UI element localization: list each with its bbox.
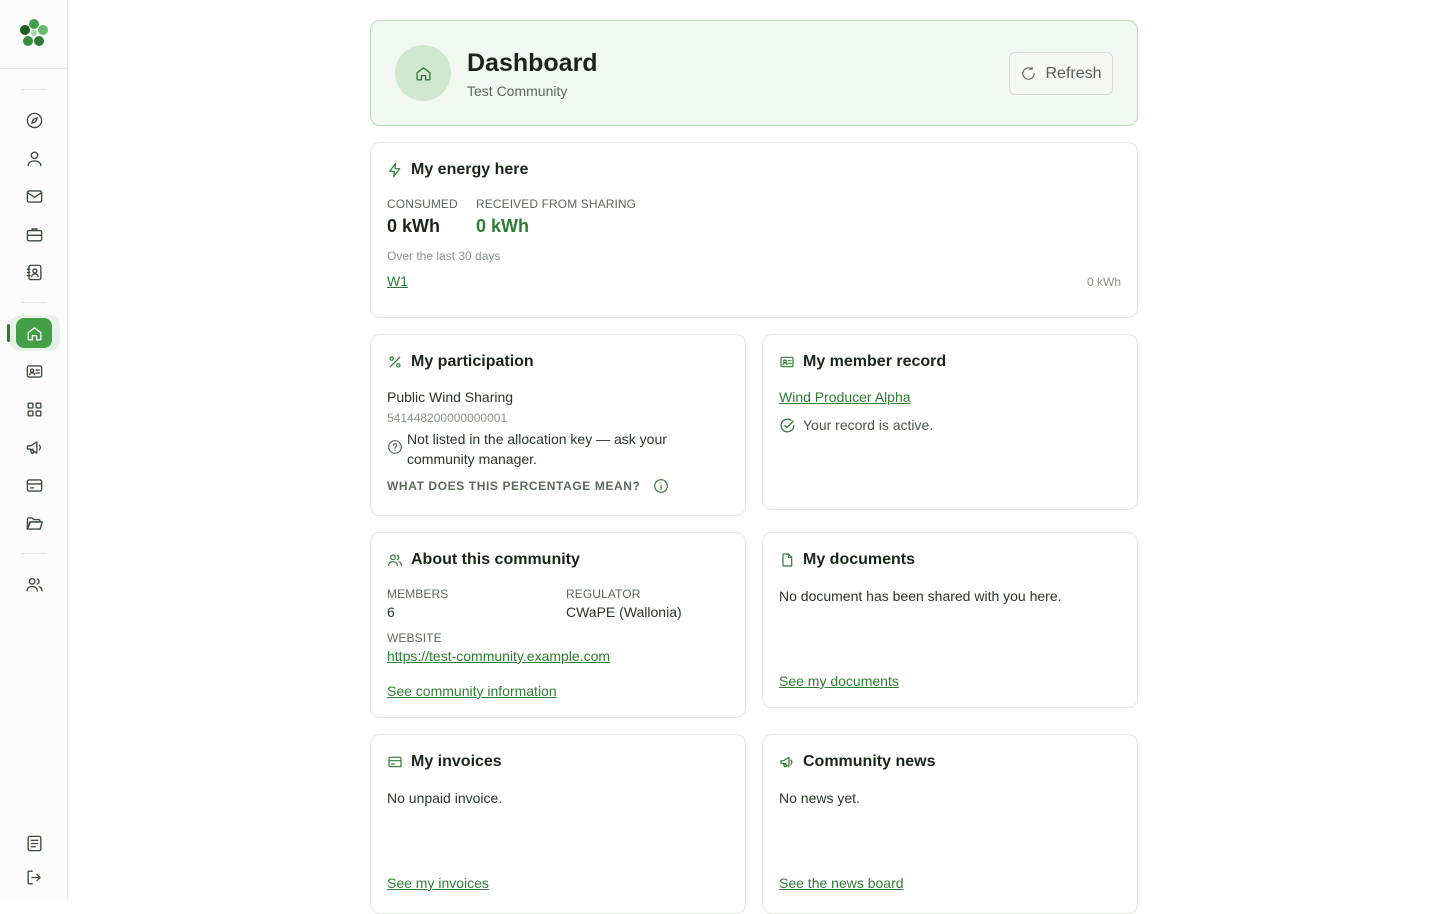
participation-name: Public Wind Sharing — [387, 389, 514, 405]
member-record-status: Your record is active. — [803, 417, 934, 433]
logout-icon[interactable] — [22, 865, 46, 889]
consumed-value: 0 kWh — [387, 216, 441, 236]
meter-value: 0 kWh — [1086, 275, 1121, 289]
sidebar-divider — [21, 302, 47, 303]
folder-open-icon[interactable] — [22, 511, 46, 535]
documents-card-title: My documents — [803, 551, 916, 568]
news-link[interactable]: See the news board — [779, 875, 904, 891]
members-value: 6 — [387, 604, 395, 620]
info-icon — [653, 479, 668, 493]
news-card: Community news No news yet. See the news… — [762, 734, 1138, 914]
participation-notice: Not listed in the allocation key — ask y… — [407, 431, 667, 467]
regulator-value: CWaPE (Wallonia) — [566, 604, 682, 620]
invoices-empty: No unpaid invoice. — [387, 790, 503, 806]
community-card-title: About this community — [411, 551, 580, 568]
percentage-help-label: WHAT DOES THIS PERCENTAGE MEAN? — [387, 479, 641, 493]
member-record-card: My member record Wind Producer Alpha You… — [762, 334, 1138, 510]
briefcase-icon[interactable] — [22, 222, 46, 246]
participation-card: My participation Public Wind Sharing 541… — [370, 334, 746, 516]
member-record-link[interactable]: Wind Producer Alpha — [779, 389, 911, 405]
compass-icon[interactable] — [22, 108, 46, 132]
sidebar-item-dashboard[interactable] — [16, 318, 52, 348]
logo — [20, 19, 48, 46]
document-icon — [782, 553, 793, 567]
website-link[interactable]: https://test-community.example.com — [387, 648, 610, 664]
question-icon — [388, 440, 402, 454]
home-icon — [26, 326, 42, 341]
invoices-card: My invoices No unpaid invoice. See my in… — [370, 734, 746, 914]
news-card-header: Community news — [779, 753, 935, 771]
invoices-link[interactable]: See my invoices — [387, 875, 489, 891]
news-empty: No news yet. — [779, 790, 860, 806]
invoices-card-title: My invoices — [411, 753, 502, 770]
user-icon[interactable] — [22, 146, 46, 170]
energy-card-title: My energy here — [411, 161, 529, 178]
participation-card-title: My participation — [411, 353, 534, 370]
contact-book-icon[interactable] — [22, 260, 46, 284]
community-info-link[interactable]: See community information — [387, 683, 557, 699]
megaphone-icon[interactable] — [22, 435, 46, 459]
credit-card-icon[interactable] — [22, 473, 46, 497]
sidebar-header-divider — [0, 68, 68, 69]
consumed-label: CONSUMED — [387, 197, 458, 211]
sidebar-active-indicator — [7, 324, 10, 342]
documents-card: My documents No document has been shared… — [762, 532, 1138, 708]
mail-icon[interactable] — [22, 184, 46, 208]
sidebar-divider — [21, 553, 47, 554]
meter-link[interactable]: W1 — [387, 273, 408, 289]
energy-card: My energy here CONSUMED 0 kWh RECEIVED F… — [370, 142, 1138, 318]
percentage-help-toggle[interactable]: WHAT DOES THIS PERCENTAGE MEAN? — [387, 478, 669, 494]
news-card-title: Community news — [803, 753, 936, 770]
refresh-button[interactable]: Refresh — [1009, 52, 1113, 95]
energy-card-header: My energy here — [387, 161, 528, 179]
participation-ean: 541448200000000001 — [387, 411, 508, 425]
members-label: MEMBERS — [387, 587, 449, 601]
invoices-card-header: My invoices — [387, 753, 502, 771]
documents-empty: No document has been shared with you her… — [779, 588, 1062, 604]
id-card-icon — [780, 356, 794, 368]
sidebar — [0, 0, 68, 900]
lightning-icon — [389, 162, 401, 178]
sidebar-divider — [21, 89, 47, 90]
community-name: Test Community — [467, 83, 568, 99]
received-label: RECEIVED FROM SHARING — [476, 197, 637, 211]
documents-card-header: My documents — [779, 551, 915, 569]
megaphone-icon — [780, 756, 793, 768]
grid-icon[interactable] — [22, 397, 46, 421]
documents-link[interactable]: See my documents — [779, 673, 899, 689]
energy-period: Over the last 30 days — [387, 249, 501, 263]
credit-card-icon — [388, 756, 402, 768]
member-record-card-header: My member record — [779, 353, 946, 371]
participation-card-header: My participation — [387, 353, 534, 371]
dashboard-header: Dashboard Test Community Refresh — [370, 20, 1138, 126]
refresh-icon — [1022, 66, 1036, 80]
regulator-label: REGULATOR — [566, 587, 641, 601]
page-title: Dashboard — [467, 49, 598, 77]
website-label: WEBSITE — [387, 631, 442, 645]
percent-icon — [389, 356, 401, 368]
received-value: 0 kWh — [476, 216, 530, 236]
refresh-button-label: Refresh — [1045, 64, 1102, 82]
users-icon[interactable] — [22, 572, 46, 596]
community-card: About this community MEMBERS 6 REGULATOR… — [370, 532, 746, 718]
member-record-card-title: My member record — [803, 353, 947, 370]
id-card-icon[interactable] — [22, 359, 46, 383]
users-icon — [388, 554, 402, 566]
document-list-icon[interactable] — [22, 831, 46, 855]
check-circle-icon — [780, 418, 795, 433]
community-card-header: About this community — [387, 551, 580, 569]
header-avatar — [395, 45, 451, 101]
home-icon — [415, 66, 431, 81]
